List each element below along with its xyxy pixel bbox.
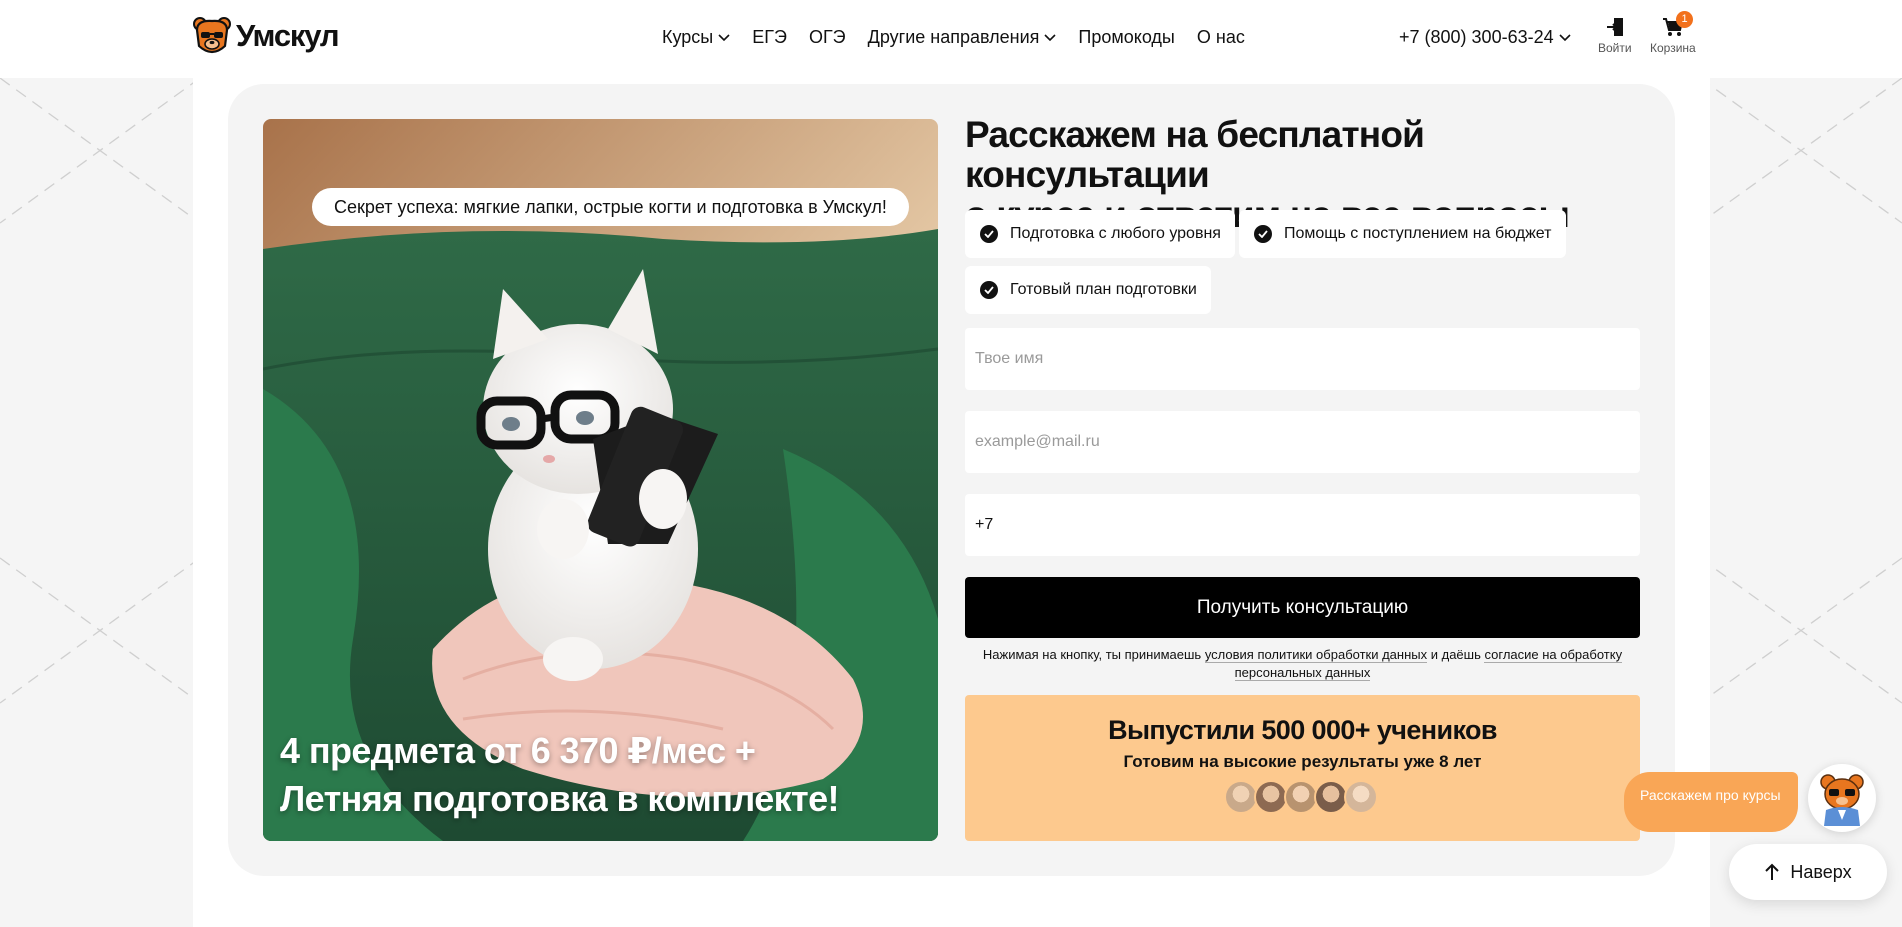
main-nav: Курсы ЕГЭ ОГЭ Другие направления Промоко…: [662, 27, 1245, 48]
nav-item-other-directions[interactable]: Другие направления: [868, 27, 1057, 48]
promo-line: Летняя подготовка в комплекте!: [280, 778, 839, 819]
feature-chip: Подготовка с любого уровня: [965, 210, 1235, 258]
feature-chip: Помощь с поступлением на бюджет: [1239, 210, 1566, 258]
login-button[interactable]: Войти: [1598, 17, 1632, 55]
name-field[interactable]: [965, 328, 1640, 390]
chevron-down-icon: [718, 33, 730, 41]
nav-label: Промокоды: [1078, 27, 1175, 47]
feature-chip: Готовый план подготовки: [965, 266, 1211, 314]
student-avatars: [965, 780, 1640, 814]
chat-bear-avatar[interactable]: [1808, 764, 1876, 832]
consent-middle: и даёшь: [1427, 647, 1485, 662]
promo-image: Секрет успеха: мягкие лапки, острые когт…: [263, 119, 938, 841]
price-promo: 4 предмета от 6 370 ₽/мес + Летняя подго…: [280, 727, 839, 823]
login-icon: [1606, 18, 1623, 36]
consultation-form: Расскажем на бесплатной консультации о к…: [965, 114, 1640, 841]
login-label: Войти: [1598, 41, 1632, 55]
logo[interactable]: Умскул: [192, 16, 340, 56]
to-top-label: Наверх: [1790, 861, 1852, 882]
feature-label: Готовый план подготовки: [1010, 281, 1197, 298]
feature-label: Подготовка с любого уровня: [1010, 225, 1221, 242]
phone-number: +7 (800) 300-63-24: [1399, 27, 1554, 47]
check-icon: [1254, 225, 1272, 243]
arrow-up-icon: [1765, 863, 1780, 880]
nav-label: ЕГЭ: [752, 27, 787, 47]
headline-line: Расскажем на бесплатной консультации: [965, 114, 1425, 195]
avatar: [1223, 780, 1258, 814]
promo-line: 4 предмета от 6 370 ₽/мес +: [280, 730, 756, 771]
cart-label: Корзина: [1650, 41, 1696, 55]
nav-label: Курсы: [662, 27, 714, 47]
avatar: [1343, 780, 1378, 814]
consent-text: Нажимая на кнопку, ты принимаешь условия…: [965, 646, 1640, 682]
nav-label: Другие направления: [867, 27, 1040, 47]
graduates-title: Выпустили 500 000+ учеников: [1108, 715, 1497, 745]
bear-mascot-icon: [1820, 774, 1864, 826]
personal-data-consent-link[interactable]: персональных данных: [1234, 665, 1371, 681]
nav-item-oge[interactable]: ОГЭ: [809, 27, 846, 48]
cart-button[interactable]: 1 Корзина: [1650, 11, 1696, 55]
check-icon: [980, 281, 998, 299]
get-consultation-button[interactable]: Получить консультацию: [965, 577, 1640, 638]
nav-label: О нас: [1196, 27, 1245, 47]
logo-text: Умскул: [236, 18, 340, 53]
chevron-down-icon: [1559, 33, 1571, 41]
check-icon: [980, 225, 998, 243]
phone-field[interactable]: [965, 494, 1640, 556]
nav-item-promocodes[interactable]: Промокоды: [1078, 27, 1174, 48]
graduates-subtitle: Готовим на высокие результаты уже 8 лет: [1123, 752, 1482, 771]
chat-prompt-bubble[interactable]: Расскажем про курсы: [1624, 772, 1798, 832]
consent-prefix: Нажимая на кнопку, ты принимаешь: [982, 647, 1205, 662]
chevron-down-icon: [1044, 33, 1056, 41]
image-caption: Секрет успеха: мягкие лапки, острые когт…: [312, 188, 909, 226]
feature-label: Помощь с поступлением на бюджет: [1284, 225, 1552, 242]
nav-item-courses[interactable]: Курсы: [662, 27, 730, 48]
privacy-policy-link[interactable]: условия политики обработки данных: [1204, 647, 1428, 663]
site-header: Умскул Курсы ЕГЭ ОГЭ Другие направления …: [0, 0, 1902, 78]
cart-count-badge: 1: [1676, 11, 1693, 28]
avatar: [1283, 780, 1318, 814]
nav-item-ege[interactable]: ЕГЭ: [752, 27, 787, 48]
nav-label: ОГЭ: [808, 27, 846, 47]
scroll-to-top-button[interactable]: Наверх: [1729, 844, 1887, 900]
graduates-banner: Выпустили 500 000+ учеников Готовим на в…: [965, 695, 1640, 841]
email-field[interactable]: [965, 411, 1640, 473]
personal-data-consent-link[interactable]: согласие на обработку: [1484, 647, 1623, 663]
nav-item-about[interactable]: О нас: [1197, 27, 1245, 48]
avatar: [1313, 780, 1348, 814]
phone-dropdown[interactable]: +7 (800) 300-63-24: [1399, 27, 1571, 48]
avatar: [1253, 780, 1288, 814]
bear-logo-icon: [193, 17, 231, 54]
